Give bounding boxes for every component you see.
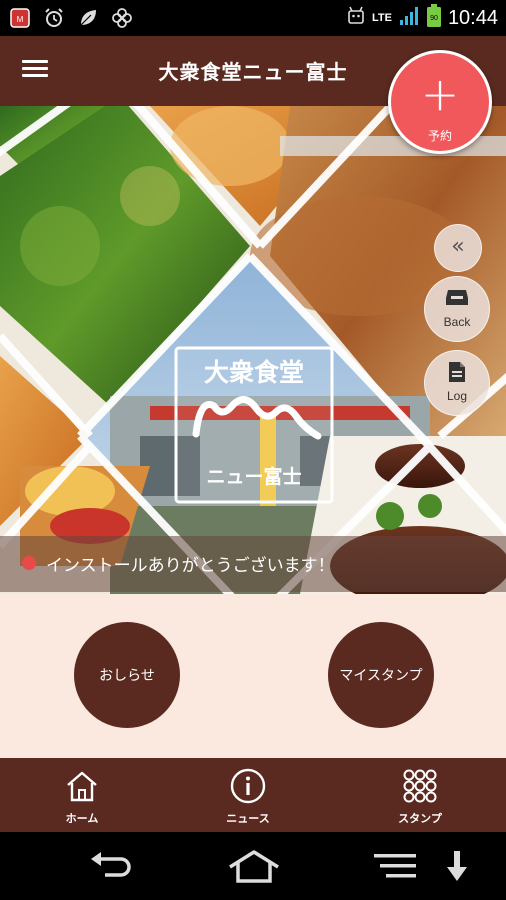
svg-text:90: 90 (430, 15, 438, 22)
log-label: Log (446, 389, 468, 403)
notification-icons: M (8, 6, 134, 30)
inbox-icon (425, 287, 489, 307)
plus-icon: + (420, 67, 460, 121)
log-button[interactable]: Log (424, 350, 490, 416)
network-type: LTE (371, 12, 392, 24)
system-status: LTE 90 10:44 (346, 4, 498, 32)
menu-lines-icon[interactable] (370, 848, 420, 884)
clock: 10:44 (447, 6, 498, 29)
home-outline-icon[interactable] (224, 848, 284, 884)
info-icon (188, 768, 308, 804)
install-message: インストールありがとうございます！ (46, 556, 335, 576)
back-arrow-icon[interactable] (82, 848, 138, 884)
collapse-side-menu-button[interactable]: « (434, 224, 482, 272)
home-icon (22, 768, 142, 804)
battery-icon: 90 (426, 4, 442, 32)
tab-news-label: ニュース (226, 812, 270, 825)
news-button[interactable]: おしらせ (74, 622, 180, 728)
usb-robot-icon (346, 5, 366, 31)
tab-stamp[interactable]: スタンプ (360, 758, 480, 832)
download-arrow-icon[interactable] (440, 848, 474, 884)
back-label: Back (443, 315, 471, 329)
back-button[interactable]: Back (424, 276, 490, 342)
svg-text:M: M (17, 15, 24, 24)
notice-dot (22, 556, 36, 570)
status-bar: M LTE 90 10:44 (0, 0, 506, 36)
tab-stamp-label: スタンプ (398, 812, 442, 825)
tab-home[interactable]: ホーム (22, 758, 142, 832)
tab-home-label: ホーム (65, 812, 99, 825)
reservation-label: 予約 (427, 129, 452, 143)
stamp-grid-icon (360, 768, 480, 804)
document-icon (425, 361, 489, 383)
antivirus-shield-icon: M (8, 6, 32, 30)
my-stamp-button[interactable]: マイスタンプ (328, 622, 434, 728)
tab-news[interactable]: ニュース (188, 758, 308, 832)
hero-image: 大衆食堂 ニュー富士 (0, 106, 506, 594)
logo-text-bottom: ニュー富士 (206, 465, 301, 488)
bottom-tab-bar: ホーム ニュース スタンプ (0, 758, 506, 832)
reservation-button[interactable]: + 予約 (388, 50, 492, 154)
system-nav-bar (0, 832, 506, 900)
alarm-clock-icon (42, 6, 66, 30)
logo-text-top: 大衆食堂 (204, 358, 304, 387)
food-collage-image: 大衆食堂 ニュー富士 (0, 106, 506, 594)
signal-icon (398, 5, 420, 31)
flower-icon (110, 6, 134, 30)
leaf-icon (76, 6, 100, 30)
